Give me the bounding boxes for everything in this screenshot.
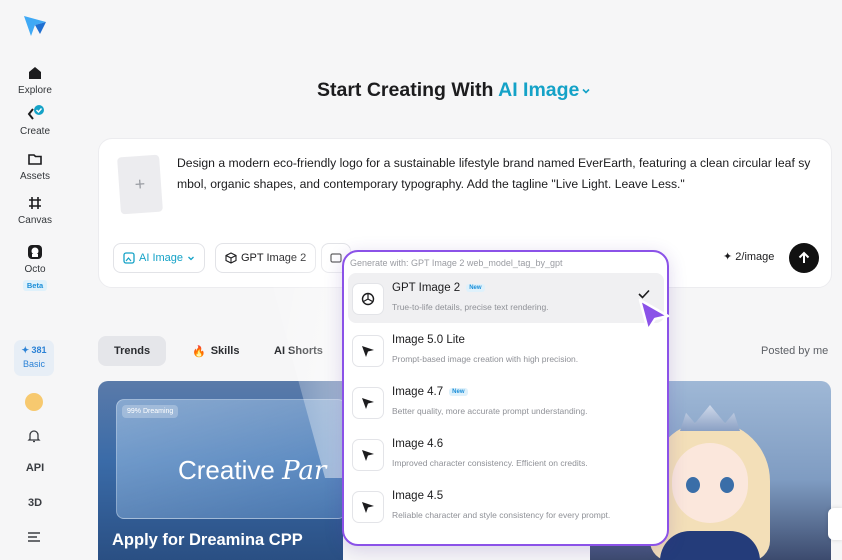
plan-label: Basic [22,359,45,369]
plus-icon: + [134,173,146,195]
api-link[interactable]: API [0,462,70,474]
model-dropdown: Generate with: GPT Image 2 web_model_tag… [342,250,669,546]
model-name: Image 4.6 [392,438,444,450]
page-title: Start Creating With AI Image [317,79,591,102]
posted-by-filter[interactable]: Posted by me [761,345,828,357]
arrow-up-icon [798,251,810,263]
chevron-down-icon [188,256,194,261]
pointer-cursor-icon [638,298,670,332]
cube-icon [225,252,237,264]
dreamina-icon [352,335,384,367]
dreamina-icon [352,439,384,471]
banner-headline: Creative Par [178,455,326,486]
new-badge: New [449,388,468,396]
model-option-image-4-7[interactable]: Image 4.7 New Better quality, more accura… [348,377,664,427]
dreamina-icon [352,491,384,523]
create-icon [27,105,44,120]
menu-icon[interactable] [26,531,42,543]
banner-title: Apply for Dreamina CPP [112,531,303,549]
model-name: Image 4.7 [392,386,444,398]
doll-eye [686,477,700,493]
model-option-gpt-image-2[interactable]: GPT Image 2 New True-to-life details, pre… [348,273,664,323]
doll-dress [660,531,760,560]
openai-icon [352,283,384,315]
model-option-image-4-6[interactable]: Image 4.6 Improved character consistency… [348,429,664,479]
app-logo-icon[interactable] [22,12,48,38]
canvas-icon [29,197,41,209]
sidebar-item-canvas[interactable]: Canvas [0,194,70,226]
banner-tag: 99% Dreaming [122,405,179,418]
3d-link[interactable]: 3D [0,497,70,509]
model-description: Better quality, more accurate prompt und… [392,406,588,416]
banner-headline-italic: Par [282,456,327,486]
model-description: Improved character consistency. Efficien… [392,458,588,468]
octo-icon [28,245,42,259]
home-icon [29,67,41,79]
banner-headline-text: Creative [178,455,275,485]
image-mode-icon [123,252,135,264]
bell-icon[interactable] [26,428,42,444]
new-badge: New [466,284,485,292]
dropdown-header: Generate with: GPT Image 2 web_model_tag… [350,258,563,268]
tab-trends[interactable]: Trends [98,336,167,366]
fire-icon: 🔥 [192,345,206,358]
cost-label: 2/image [735,251,775,263]
left-rail: Explore Create Assets Canvas Octo Beta ✦… [0,0,70,560]
sidebar-item-create[interactable]: Create [0,105,70,137]
mode-select[interactable]: AI Image [113,243,206,273]
title-prefix: Start Creating With [317,79,494,101]
sidebar-item-label: Octo [24,264,46,275]
mode-label: AI Image [139,252,184,264]
sparkle-icon: ✦ [723,251,733,263]
prompt-input[interactable]: Design a modern eco-friendly logo for a … [177,153,817,195]
title-accent: AI Image [498,79,580,101]
generate-button[interactable] [789,243,819,273]
model-description: Reliable character and style consistency… [392,510,611,520]
sidebar-item-assets[interactable]: Assets [0,150,70,182]
credits-amount: 381 [31,345,47,355]
chevron-down-icon [582,88,590,94]
model-description: True-to-life details, precise text rende… [392,302,549,312]
model-option-image-5-lite[interactable]: Image 5.0 Lite Prompt-based image creati… [348,325,664,375]
sidebar-item-label: Create [19,126,50,137]
sidebar-item-label: Assets [19,171,50,182]
cost-indicator: ✦ 2/image [723,250,774,263]
add-reference-button[interactable]: + [117,154,163,215]
model-name: GPT Image 2 [392,282,461,294]
model-name: Image 5.0 Lite [392,334,465,346]
crown [680,405,740,431]
side-widget[interactable] [828,508,842,540]
model-name: Image 4.5 [392,490,444,502]
sidebar-item-octo[interactable]: Octo Beta [0,243,70,293]
doll-face [672,443,748,523]
sidebar-item-label: Explore [18,85,52,96]
beta-badge: Beta [22,280,48,291]
sidebar-item-label: Canvas [18,215,52,226]
folder-icon [28,154,42,165]
model-type-switcher[interactable]: AI Image [498,79,591,101]
tab-label: Trends [114,345,151,357]
model-description: Prompt-based image creation with high pr… [392,354,579,364]
tab-label: Skills [210,345,240,357]
dreamina-icon [352,387,384,419]
avatar[interactable] [25,393,43,411]
credits-badge[interactable]: ✦ 381 Basic [14,340,54,376]
doll-eye [720,477,734,493]
model-option-image-4-5[interactable]: Image 4.5 Reliable character and style c… [348,481,664,531]
tab-skills[interactable]: 🔥 Skills [176,336,255,366]
sparkle-icon: ✦ [21,345,29,355]
sidebar-item-explore[interactable]: Explore [0,64,70,96]
